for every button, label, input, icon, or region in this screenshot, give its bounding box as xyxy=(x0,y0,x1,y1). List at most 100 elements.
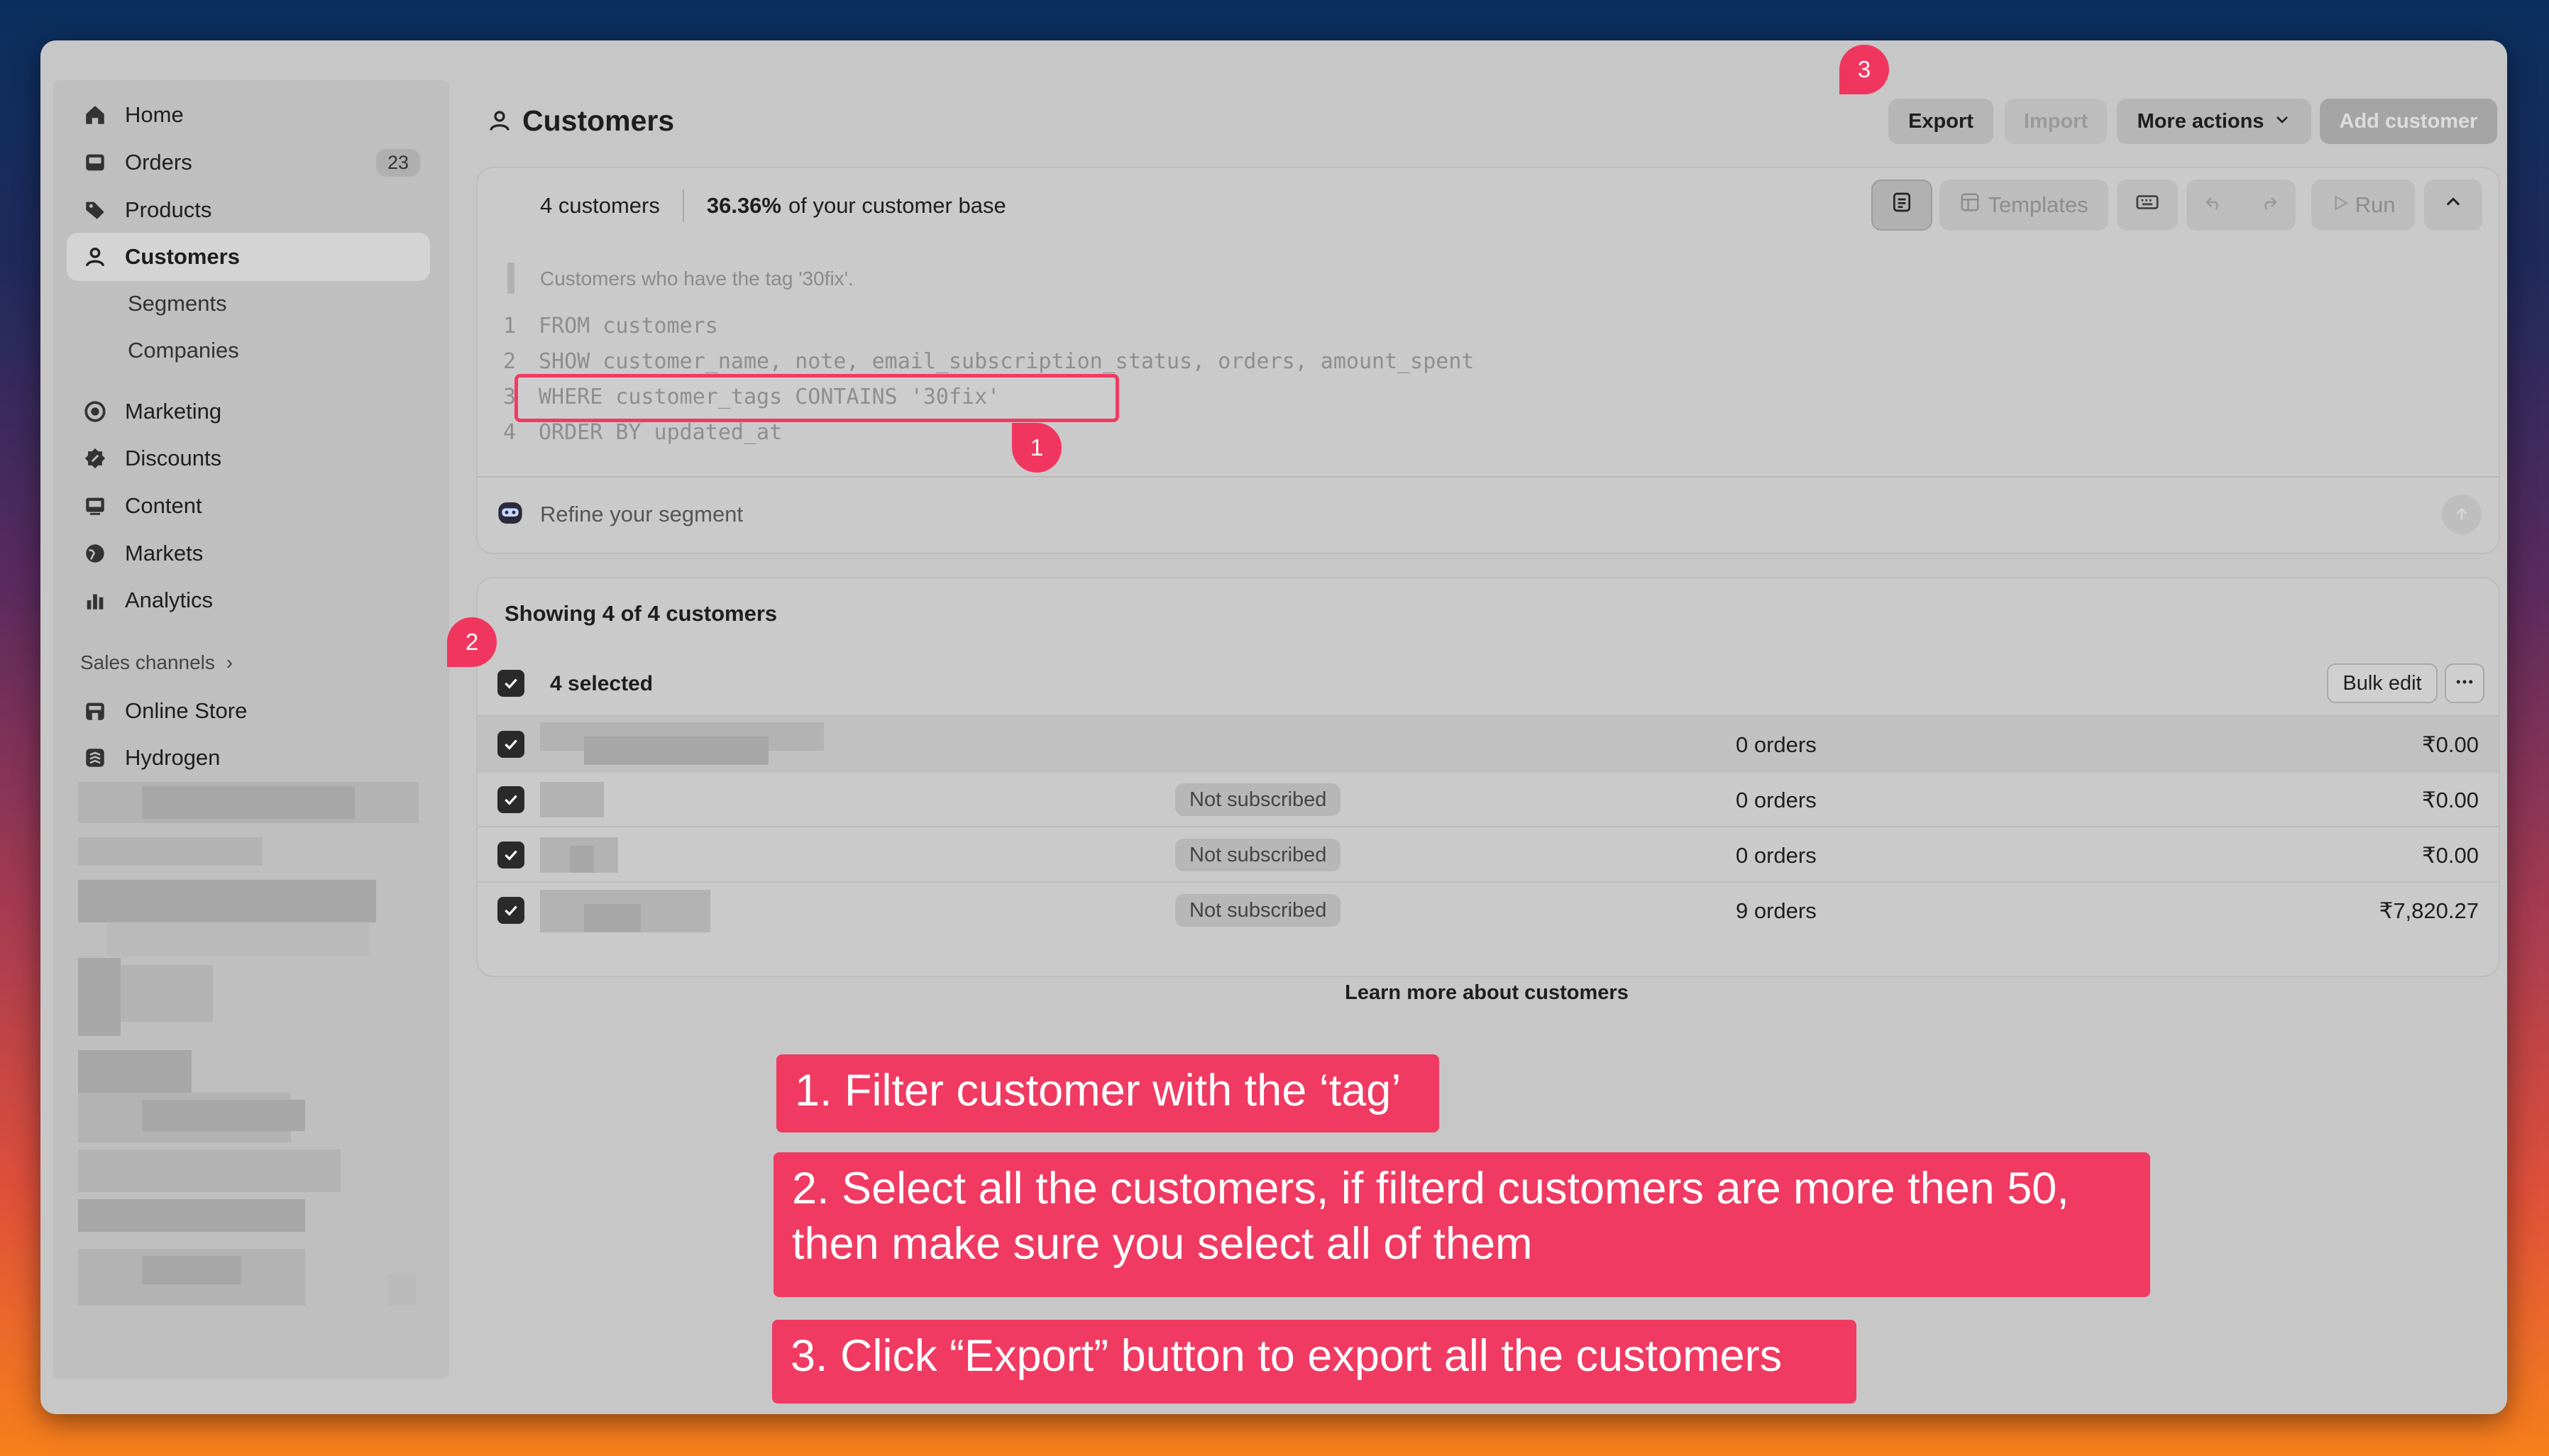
code-line-2[interactable]: 2 SHOW customer_name, note, email_subscr… xyxy=(503,343,1475,379)
play-icon xyxy=(2331,192,2350,218)
add-customer-button[interactable]: Add customer xyxy=(2320,99,2497,144)
export-button[interactable]: Export xyxy=(1888,99,1993,144)
send-button[interactable] xyxy=(2442,495,2482,534)
sidebar-item-analytics[interactable]: Analytics xyxy=(67,576,430,624)
amount-cell: ₹0.00 xyxy=(2421,843,2479,868)
sidebar-item-label: Hydrogen xyxy=(125,745,221,770)
sidebar-item-discounts[interactable]: Discounts xyxy=(67,434,430,482)
keyboard-icon xyxy=(2135,190,2159,220)
status-badge: Not subscribed xyxy=(1175,839,1341,871)
checkmark-icon xyxy=(505,850,517,861)
instruction-callout-3: 3. Click “Export” button to export all t… xyxy=(772,1320,1856,1403)
hydrogen-icon xyxy=(81,744,109,772)
chevron-right-icon: › xyxy=(226,651,233,673)
discount-icon xyxy=(81,444,109,473)
orders-count-badge: 23 xyxy=(375,148,420,177)
more-options-button[interactable] xyxy=(2445,663,2484,703)
bulk-edit-button[interactable]: Bulk edit xyxy=(2327,663,2438,703)
arrow-up-icon xyxy=(2442,495,2482,534)
row-checkbox[interactable] xyxy=(497,842,524,868)
chevron-up-icon xyxy=(2443,192,2463,218)
selected-count: 4 selected xyxy=(550,672,654,695)
status-badge: Not subscribed xyxy=(1175,783,1341,816)
sidebar-item-label: Content xyxy=(125,493,202,518)
sidebar-item-label: Analytics xyxy=(125,588,214,612)
person-icon xyxy=(81,243,109,271)
annotation-marker-1: 1 xyxy=(1012,423,1062,473)
redo-icon[interactable] xyxy=(2258,192,2279,219)
sidebar-item-label: Products xyxy=(125,197,212,222)
ellipsis-icon xyxy=(2454,671,2475,696)
sidebar-item-marketing[interactable]: Marketing xyxy=(67,387,430,436)
segment-stats: 4 customers 36.36% of your customer base xyxy=(540,186,1006,226)
sidebar-item-label: Discounts xyxy=(125,446,222,470)
orders-cell: 0 orders xyxy=(1736,788,1817,812)
undo-redo-group xyxy=(2186,180,2296,231)
annotation-marker-3: 3 xyxy=(1839,45,1889,94)
sidebar-item-customers[interactable]: Customers xyxy=(67,233,430,281)
instruction-callout-1: 1. Filter customer with the ‘tag’ xyxy=(776,1054,1439,1132)
notes-toggle-button[interactable] xyxy=(1871,180,1932,231)
sidebar-item-companies[interactable]: Companies xyxy=(128,331,239,370)
sidebar-item-label: Online Store xyxy=(125,698,248,723)
undo-icon[interactable] xyxy=(2203,192,2225,219)
segment-description: Customers who have the tag '30fix'. xyxy=(540,268,854,289)
table-row[interactable]: Not subscribed 9 orders ₹7,820.27 xyxy=(478,881,2499,937)
instruction-callout-2: 2. Select all the customers, if filterd … xyxy=(773,1152,2150,1297)
table-row[interactable]: 0 orders ₹0.00 xyxy=(478,715,2499,771)
sidebar-item-label: Customers xyxy=(125,244,240,269)
more-actions-button[interactable]: More actions xyxy=(2117,99,2311,144)
sidebar-item-label: Orders xyxy=(125,150,192,175)
inbox-icon xyxy=(81,148,109,177)
sidebar-item-hydrogen[interactable]: Hydrogen xyxy=(67,734,430,782)
sidebar-item-label: Home xyxy=(125,102,184,127)
showing-count: Showing 4 of 4 customers xyxy=(505,601,778,626)
sidebar-item-segments[interactable]: Segments xyxy=(128,284,227,324)
refine-segment-input[interactable]: Refine your segment xyxy=(540,502,743,527)
bar-chart-icon xyxy=(81,586,109,614)
chevron-down-icon xyxy=(2274,110,2291,133)
code-line-3[interactable]: 3 WHERE customer_tags CONTAINS '30fix' xyxy=(503,379,1000,414)
checkmark-icon xyxy=(505,739,517,750)
checkmark-icon xyxy=(505,795,517,805)
assistant-icon xyxy=(496,499,524,527)
status-badge: Not subscribed xyxy=(1175,894,1341,927)
redacted-customer-name xyxy=(540,782,604,817)
checkmark-icon xyxy=(505,678,517,689)
customer-count: 4 customers xyxy=(540,193,660,218)
sidebar-item-home[interactable]: Home xyxy=(67,91,430,139)
sidebar-item-content[interactable]: Content xyxy=(67,482,430,530)
row-checkbox[interactable] xyxy=(497,731,524,758)
code-line-1[interactable]: 1 FROM customers xyxy=(503,308,718,343)
orders-cell: 0 orders xyxy=(1736,732,1817,757)
tag-icon xyxy=(81,196,109,224)
description-marker xyxy=(507,263,514,294)
row-checkbox[interactable] xyxy=(497,897,524,924)
learn-more-link[interactable]: Learn more about customers xyxy=(1274,981,1700,1005)
home-icon xyxy=(81,101,109,129)
globe-icon xyxy=(81,539,109,568)
annotation-marker-2: 2 xyxy=(447,617,497,667)
row-checkbox[interactable] xyxy=(497,786,524,813)
orders-cell: 9 orders xyxy=(1736,898,1817,923)
templates-button[interactable]: Templates xyxy=(1939,180,2108,231)
base-suffix: of your customer base xyxy=(788,193,1006,218)
keyboard-shortcuts-button[interactable] xyxy=(2117,180,2178,231)
orders-cell: 0 orders xyxy=(1736,843,1817,868)
import-button[interactable]: Import xyxy=(2005,99,2107,144)
sidebar-item-markets[interactable]: Markets xyxy=(67,529,430,578)
store-icon xyxy=(81,697,109,725)
target-icon xyxy=(81,397,109,426)
select-all-checkbox[interactable] xyxy=(497,670,524,697)
table-row[interactable]: Not subscribed 0 orders ₹0.00 xyxy=(478,771,2499,826)
amount-cell: ₹0.00 xyxy=(2421,788,2479,812)
checkmark-icon xyxy=(505,905,517,916)
run-button[interactable]: Run xyxy=(2311,180,2415,231)
sidebar-item-orders[interactable]: Orders 23 xyxy=(67,138,430,187)
collapse-editor-button[interactable] xyxy=(2424,180,2482,231)
code-line-4[interactable]: 4 ORDER BY updated_at xyxy=(503,414,782,450)
sales-channels-heading[interactable]: Sales channels › xyxy=(80,651,233,674)
sidebar-item-products[interactable]: Products xyxy=(67,186,430,234)
table-row[interactable]: Not subscribed 0 orders ₹0.00 xyxy=(478,826,2499,881)
sidebar-item-online-store[interactable]: Online Store xyxy=(67,687,430,735)
